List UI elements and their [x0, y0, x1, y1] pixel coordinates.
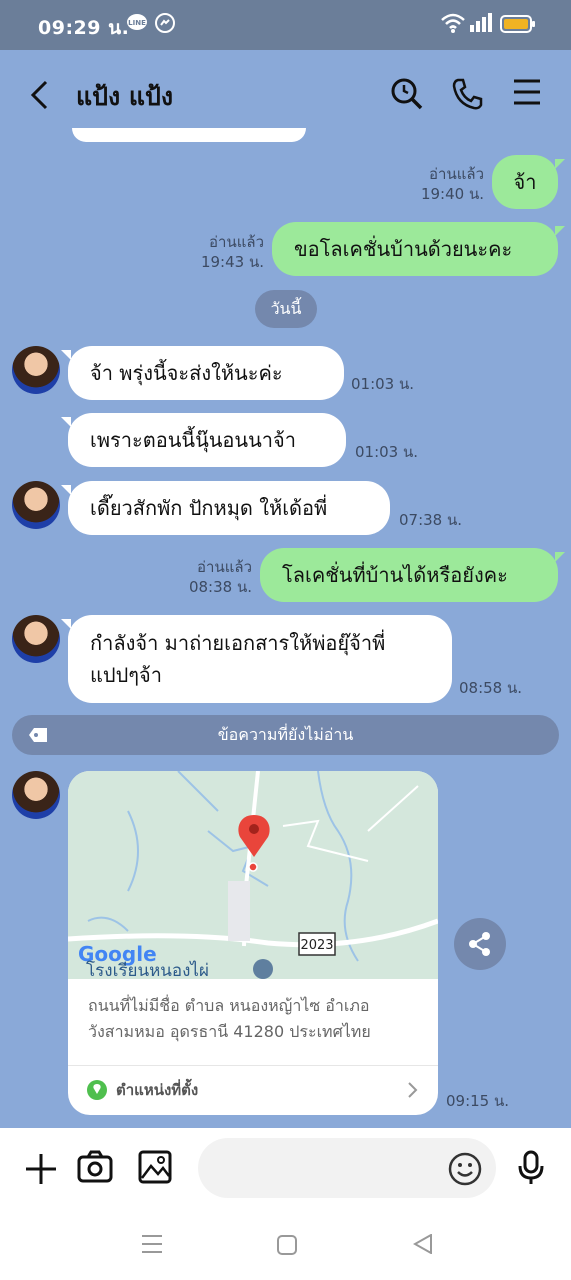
message-text: ขอโลเคชั่นบ้านด้วยนะคะ: [294, 237, 513, 261]
chevron-right-icon: [406, 1081, 418, 1103]
message-meta: อ่านแล้ว 19:40 น.: [400, 164, 484, 204]
tag-icon: [28, 727, 48, 747]
unread-divider: ข้อความที่ยังไม่อ่าน: [12, 715, 559, 755]
message-time: 08:58 น.: [459, 679, 523, 697]
recents-icon[interactable]: [141, 1234, 163, 1258]
battery-icon: [500, 15, 536, 37]
wifi-icon: [440, 12, 466, 38]
message-text: โลเคชั่นที่บ้านได้หรือยังคะ: [282, 563, 508, 587]
signal-icon: [469, 12, 493, 38]
camera-icon[interactable]: [77, 1150, 113, 1188]
read-receipt: อ่านแล้ว: [197, 558, 252, 576]
unread-label: ข้อความที่ยังไม่อ่าน: [217, 724, 354, 744]
message-text: เพราะตอนนี้นุ๊นอนนาจ้า: [90, 428, 296, 452]
message-bubble-incoming[interactable]: จ้า พรุ่งนี้จะส่งให้นะค่ะ: [61, 346, 344, 400]
status-bar: 09:29 น. LINE: [0, 0, 571, 50]
phone-icon[interactable]: [451, 77, 483, 115]
message-bubble-outgoing[interactable]: โลเคชั่นที่บ้านได้หรือยังคะ: [260, 548, 565, 602]
map-place-label: โรงเรียนหนองไผ่: [86, 960, 209, 979]
message-time: 01:03 น.: [355, 443, 419, 461]
message-time: 08:38 น.: [188, 578, 252, 596]
chat-screen: 09:29 น. LINE แป้ง แป้ง อ่านแล้ว 19:40 น…: [0, 0, 571, 1128]
location-pin-icon: [87, 1080, 107, 1100]
location-card[interactable]: 2023 Google โรงเรียนหนองไผ่ ถนนที่ไม่มีช…: [68, 771, 438, 1115]
road-number-label: 2023: [300, 938, 333, 953]
chat-title: แป้ง แป้ง: [76, 82, 174, 111]
location-footer[interactable]: ตำแหน่งที่ตั้ง: [86, 1077, 198, 1103]
svg-text:LINE: LINE: [128, 19, 146, 27]
message-bubble-incoming[interactable]: กำลังจ้า มาถ่ายเอกสารให้พ่อยุ๊จ้าพี่ แปป…: [61, 615, 452, 703]
message-bubble-incoming[interactable]: เพราะตอนนี้นุ๊นอนนาจ้า: [61, 413, 346, 467]
avatar[interactable]: [12, 615, 60, 663]
date-separator: วันนี้: [255, 290, 317, 328]
location-footer-label: ตำแหน่งที่ตั้ง: [116, 1081, 199, 1099]
divider: [68, 1065, 438, 1066]
home-icon[interactable]: [277, 1235, 297, 1259]
message-bubble-outgoing[interactable]: จ้า: [492, 155, 565, 209]
message-bubble-incoming[interactable]: เดี๊ยวสักพัก ปักหมุด ให้เด้อพี่: [61, 481, 390, 535]
message-time: 19:43 น.: [200, 253, 264, 271]
system-nav-bar: [0, 1208, 571, 1280]
share-button[interactable]: [454, 918, 506, 970]
message-meta: อ่านแล้ว 19:43 น.: [180, 232, 264, 272]
share-icon: [469, 932, 490, 956]
chat-header: แป้ง แป้ง: [0, 50, 571, 140]
avatar[interactable]: [12, 481, 60, 529]
address-line: ถนนที่ไม่มีชื่อ ตำบล หนองหญ้าไซ อำเภอ: [88, 996, 370, 1015]
message-bubble-outgoing[interactable]: ขอโลเคชั่นบ้านด้วยนะคะ: [272, 222, 565, 276]
message-text: กำลังจ้า มาถ่ายเอกสารให้พ่อยุ๊จ้าพี่: [90, 631, 386, 655]
microphone-icon[interactable]: [518, 1150, 544, 1190]
message-time: 01:03 น.: [351, 375, 415, 393]
avatar[interactable]: [12, 771, 60, 819]
message-meta: อ่านแล้ว 08:38 น.: [168, 557, 252, 597]
status-time: 09:29 น.: [38, 17, 130, 39]
messenger-icon: [154, 12, 176, 38]
address-line: วังสามหมอ อุดรธานี 41280 ประเทศไทย: [88, 1022, 371, 1041]
message-time: 19:40 น.: [420, 185, 484, 203]
message-text: แปปๆจ้า: [90, 663, 162, 687]
plus-icon[interactable]: [24, 1152, 58, 1190]
avatar[interactable]: [12, 346, 60, 394]
read-receipt: อ่านแล้ว: [209, 233, 264, 251]
message-text: เดี๊ยวสักพัก ปักหมุด ให้เด้อพี่: [90, 496, 328, 520]
chevron-left-icon[interactable]: [28, 80, 52, 114]
map-preview[interactable]: 2023 Google โรงเรียนหนองไผ่: [68, 771, 438, 981]
back-icon[interactable]: [412, 1233, 433, 1258]
message-text: จ้า: [513, 170, 537, 194]
read-receipt: อ่านแล้ว: [429, 165, 484, 183]
message-text: จ้า พรุ่งนี้จะส่งให้นะค่ะ: [90, 361, 283, 385]
message-input-bar: [0, 1128, 571, 1208]
image-icon[interactable]: [138, 1150, 172, 1188]
message-time: 07:38 น.: [399, 511, 463, 529]
previous-message-edge: [72, 128, 306, 142]
menu-icon[interactable]: [513, 77, 541, 111]
emoji-icon[interactable]: [448, 1152, 482, 1190]
line-icon: LINE: [126, 12, 148, 38]
location-address: ถนนที่ไม่มีชื่อ ตำบล หนองหญ้าไซ อำเภอ วั…: [88, 993, 418, 1045]
message-time: 09:15 น.: [446, 1092, 510, 1110]
search-icon[interactable]: [390, 77, 424, 115]
